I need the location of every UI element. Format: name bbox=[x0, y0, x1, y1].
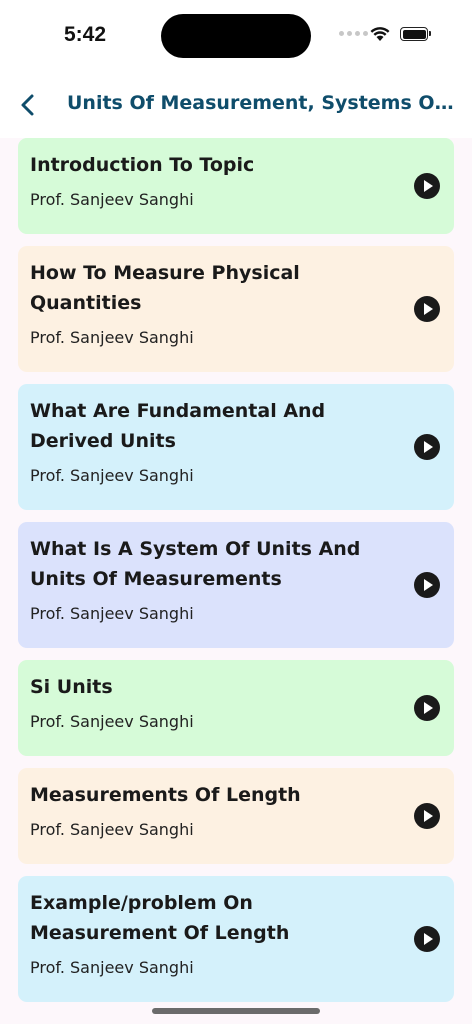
lecture-author: Prof. Sanjeev Sanghi bbox=[30, 820, 194, 839]
lecture-card[interactable]: What Are Fundamental And Derived Units P… bbox=[18, 384, 454, 510]
lecture-title: What Is A System Of Units And Units Of M… bbox=[30, 538, 361, 590]
lecture-card[interactable]: Introduction To Topic Prof. Sanjeev Sang… bbox=[18, 138, 454, 234]
lecture-title: Measurements Of Length bbox=[30, 784, 301, 806]
lecture-title: Introduction To Topic bbox=[30, 154, 255, 176]
play-icon[interactable] bbox=[414, 926, 440, 952]
lecture-author: Prof. Sanjeev Sanghi bbox=[30, 712, 194, 731]
lecture-author: Prof. Sanjeev Sanghi bbox=[30, 604, 194, 623]
status-bar: 5:42 bbox=[0, 0, 472, 70]
lecture-author: Prof. Sanjeev Sanghi bbox=[30, 328, 194, 347]
lecture-card[interactable]: What Is A System Of Units And Units Of M… bbox=[18, 522, 454, 648]
play-icon[interactable] bbox=[414, 296, 440, 322]
app-header: Units Of Measurement, Systems Of ... bbox=[0, 70, 472, 138]
wifi-icon bbox=[370, 27, 390, 41]
lecture-card[interactable]: Si Units Prof. Sanjeev Sanghi bbox=[18, 660, 454, 756]
battery-icon bbox=[400, 27, 431, 41]
home-indicator[interactable] bbox=[152, 1008, 320, 1014]
lecture-card[interactable]: Example/problem On Measurement Of Length… bbox=[18, 876, 454, 1002]
back-arrow-icon[interactable] bbox=[14, 90, 42, 120]
cellular-signal-icon bbox=[339, 31, 368, 36]
lecture-author: Prof. Sanjeev Sanghi bbox=[30, 190, 194, 209]
dynamic-island bbox=[161, 14, 311, 58]
play-icon[interactable] bbox=[414, 572, 440, 598]
lecture-title: What Are Fundamental And Derived Units bbox=[30, 400, 326, 452]
lecture-author: Prof. Sanjeev Sanghi bbox=[30, 958, 194, 977]
play-icon[interactable] bbox=[414, 434, 440, 460]
status-time: 5:42 bbox=[64, 23, 107, 46]
play-icon[interactable] bbox=[414, 695, 440, 721]
lecture-title: How To Measure Physical Quantities bbox=[30, 262, 300, 314]
play-icon[interactable] bbox=[414, 173, 440, 199]
lecture-card[interactable]: Measurements Of Length Prof. Sanjeev San… bbox=[18, 768, 454, 864]
lecture-card[interactable]: How To Measure Physical Quantities Prof.… bbox=[18, 246, 454, 372]
page-title: Units Of Measurement, Systems Of ... bbox=[67, 92, 459, 114]
lecture-title: Example/problem On Measurement Of Length bbox=[30, 892, 290, 944]
lecture-author: Prof. Sanjeev Sanghi bbox=[30, 466, 194, 485]
play-icon[interactable] bbox=[414, 803, 440, 829]
lecture-title: Si Units bbox=[30, 676, 113, 698]
